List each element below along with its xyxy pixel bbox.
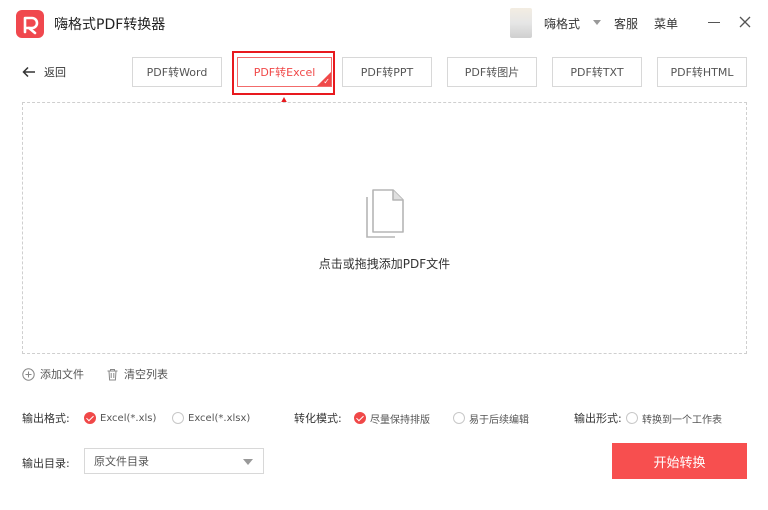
- radio-label: Excel(*.xlsx): [188, 412, 251, 424]
- radio-label: 尽量保持排版: [370, 414, 430, 426]
- minimize-icon[interactable]: [708, 22, 720, 23]
- tab-label: PDF转Word: [146, 66, 208, 79]
- clear-list-label: 清空列表: [124, 368, 168, 381]
- check-icon: ✓: [323, 77, 330, 86]
- form-single-sheet-radio[interactable]: 转换到一个工作表: [626, 410, 722, 426]
- output-format-label: 输出格式:: [22, 412, 70, 425]
- document-icon: [366, 189, 404, 238]
- clear-list-button[interactable]: 清空列表: [106, 366, 168, 382]
- conversion-mode-row: 转化模式:: [294, 410, 342, 426]
- plus-circle-icon: [22, 367, 35, 381]
- tab-label: PDF转Excel: [253, 66, 316, 79]
- mode-keep-layout-radio[interactable]: 尽量保持排版: [354, 410, 430, 426]
- radio-label: 易于后续编辑: [469, 414, 529, 426]
- back-arrow-icon: [22, 66, 35, 78]
- add-file-label: 添加文件: [40, 368, 84, 381]
- back-button[interactable]: 返回: [22, 64, 66, 80]
- list-actions: 添加文件 清空列表: [22, 366, 168, 382]
- file-drop-zone[interactable]: 点击或拖拽添加PDF文件: [22, 102, 747, 354]
- back-label: 返回: [44, 66, 66, 79]
- radio-checked-icon: [354, 412, 366, 424]
- output-form-label: 输出形式:: [574, 412, 622, 425]
- tab-pdf-to-image[interactable]: PDF转图片: [447, 57, 537, 87]
- radio-label: Excel(*.xls): [100, 412, 157, 424]
- customer-service-button[interactable]: 客服: [614, 15, 638, 32]
- radio-unchecked-icon: [453, 412, 465, 424]
- tab-pdf-to-html[interactable]: PDF转HTML: [657, 57, 747, 87]
- title-bar: 嗨格式PDF转换器 嗨格式 客服 菜单: [0, 0, 768, 46]
- radio-unchecked-icon: [626, 412, 638, 424]
- tab-pdf-to-word[interactable]: PDF转Word: [132, 57, 222, 87]
- tab-label: PDF转图片: [464, 66, 520, 79]
- radio-unchecked-icon: [172, 412, 184, 424]
- user-dropdown-chevron-icon[interactable]: [593, 20, 601, 25]
- format-xls-radio[interactable]: Excel(*.xls): [84, 410, 156, 426]
- tab-label: PDF转TXT: [570, 66, 624, 79]
- app-title: 嗨格式PDF转换器: [54, 17, 166, 33]
- start-conversion-button[interactable]: 开始转换: [612, 443, 747, 479]
- format-xlsx-radio[interactable]: Excel(*.xlsx): [172, 410, 250, 426]
- output-form-row: 输出形式:: [574, 410, 622, 426]
- output-format-row: 输出格式:: [22, 410, 70, 426]
- conversion-mode-label: 转化模式:: [294, 412, 342, 425]
- tab-pdf-to-txt[interactable]: PDF转TXT: [552, 57, 642, 87]
- output-dir-label: 输出目录:: [22, 457, 70, 470]
- trash-icon: [107, 368, 118, 380]
- close-icon[interactable]: [736, 13, 754, 31]
- app-logo-icon: [16, 10, 44, 38]
- output-dir-select[interactable]: 原文件目录: [84, 448, 264, 474]
- tab-pdf-to-excel[interactable]: PDF转Excel ✓: [237, 57, 332, 87]
- add-file-button[interactable]: 添加文件: [22, 366, 84, 382]
- output-dir-value: 原文件目录: [94, 455, 149, 468]
- tab-label: PDF转PPT: [360, 66, 414, 79]
- tab-label: PDF转HTML: [670, 66, 734, 79]
- menu-button[interactable]: 菜单: [654, 15, 678, 32]
- radio-checked-icon: [84, 412, 96, 424]
- drop-zone-label: 点击或拖拽添加PDF文件: [318, 257, 451, 271]
- user-name[interactable]: 嗨格式: [544, 15, 580, 32]
- user-avatar[interactable]: [510, 8, 532, 38]
- tab-pdf-to-ppt[interactable]: PDF转PPT: [342, 57, 432, 87]
- radio-label: 转换到一个工作表: [642, 414, 722, 426]
- mode-easy-edit-radio[interactable]: 易于后续编辑: [453, 410, 529, 426]
- chevron-down-icon: [243, 459, 253, 465]
